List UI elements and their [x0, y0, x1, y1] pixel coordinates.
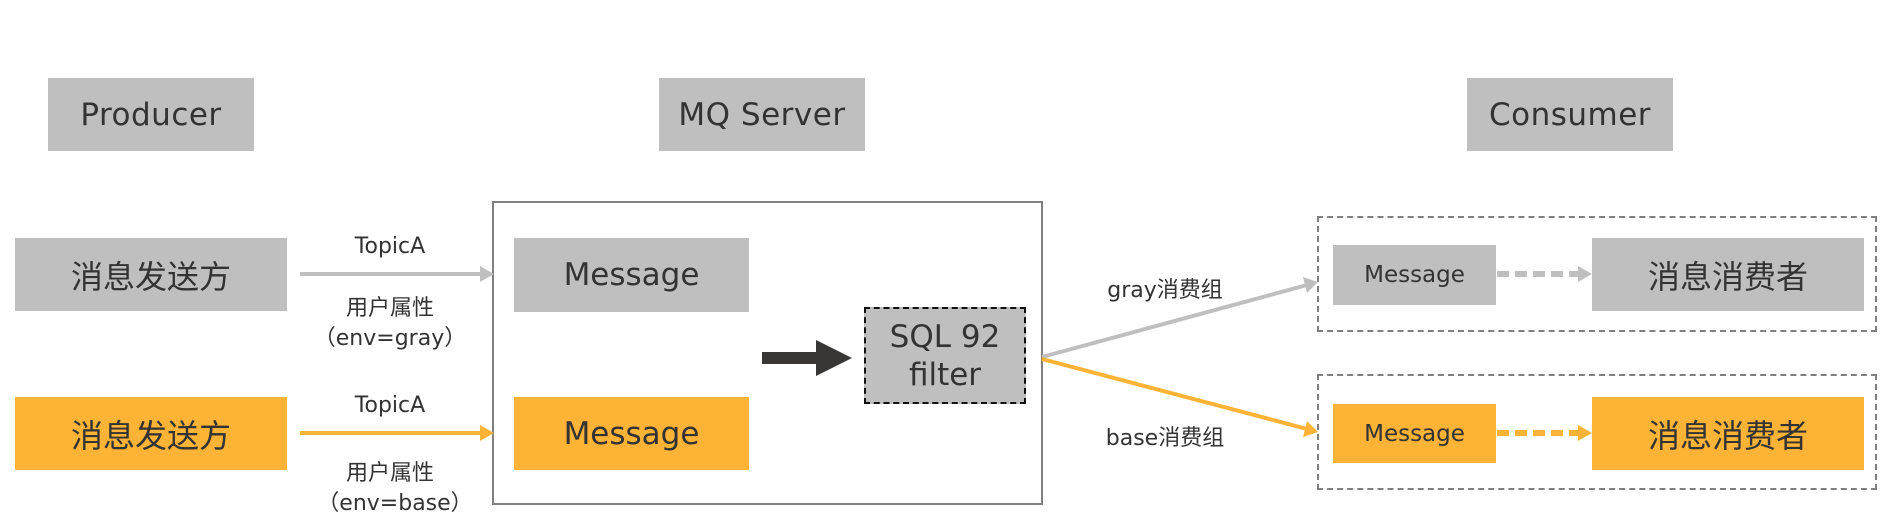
arrow-to-filter: [762, 340, 852, 376]
arrow-producer-gray: [300, 266, 494, 282]
arrow-message-to-consumer-base: [1497, 425, 1592, 441]
arrow-filter-to-base-group: [1041, 357, 1318, 437]
arrow-filter-to-gray-group: [1041, 277, 1318, 359]
arrow-producer-base: [300, 425, 494, 441]
arrow-message-to-consumer-gray: [1497, 266, 1592, 282]
connector-layer: [300, 266, 1592, 441]
